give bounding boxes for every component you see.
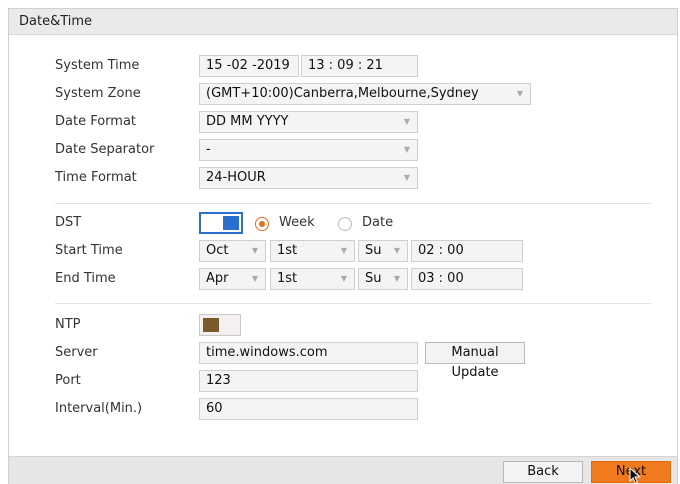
toggle-knob (203, 318, 219, 332)
mouse-pointer-icon (629, 467, 641, 484)
system-zone-dropdown[interactable]: (GMT+10:00)Canberra,Melbourne,Sydney ▼ (199, 83, 531, 105)
date-format-dropdown[interactable]: DD MM YYYY ▼ (199, 111, 418, 133)
start-week-value: 1st (277, 243, 298, 258)
chevron-down-icon: ▼ (516, 89, 523, 98)
date-format-label: Date Format (55, 114, 137, 129)
dst-week-radio[interactable] (255, 217, 269, 231)
date-time-window: Date&Time System Time 15 -02 -2019 13 : … (8, 8, 678, 484)
manual-update-button[interactable]: Manual Update (425, 342, 525, 380)
time-format-value: 24-HOUR (206, 170, 266, 185)
dst-date-label: Date (362, 215, 394, 230)
start-day-dropdown[interactable]: Su ▼ (358, 240, 408, 262)
system-date-field[interactable]: 15 -02 -2019 (199, 55, 299, 77)
server-label: Server (55, 345, 98, 360)
time-format-dropdown[interactable]: 24-HOUR ▼ (199, 167, 418, 189)
dst-toggle[interactable] (199, 212, 243, 234)
time-format-label: Time Format (55, 170, 137, 185)
ntp-toggle[interactable] (199, 314, 241, 336)
chevron-down-icon: ▼ (403, 145, 410, 154)
section-divider (55, 303, 651, 304)
interval-label: Interval(Min.) (55, 401, 143, 416)
start-month-value: Oct (206, 243, 229, 258)
chevron-down-icon: ▼ (340, 246, 347, 255)
chevron-down-icon: ▼ (403, 173, 410, 182)
end-week-dropdown[interactable]: 1st ▼ (270, 268, 355, 290)
footer-bar: Back Next (9, 456, 677, 484)
system-time-label: System Time (55, 58, 140, 73)
end-time-label: End Time (55, 271, 116, 286)
end-month-value: Apr (206, 271, 229, 286)
chevron-down-icon: ▼ (251, 274, 258, 283)
date-separator-value: - (206, 142, 211, 157)
chevron-down-icon: ▼ (340, 274, 347, 283)
end-day-dropdown[interactable]: Su ▼ (358, 268, 408, 290)
system-time-field[interactable]: 13 : 09 : 21 (301, 55, 418, 77)
interval-input[interactable]: 60 (199, 398, 418, 420)
date-separator-label: Date Separator (55, 142, 155, 157)
title-bar: Date&Time (9, 9, 677, 35)
back-button[interactable]: Back (503, 461, 583, 483)
server-input[interactable]: time.windows.com (199, 342, 418, 364)
port-label: Port (55, 373, 81, 388)
end-week-value: 1st (277, 271, 298, 286)
dst-date-radio[interactable] (338, 217, 352, 231)
date-format-value: DD MM YYYY (206, 114, 289, 129)
end-time-field[interactable]: 03 : 00 (411, 268, 523, 290)
start-time-label: Start Time (55, 243, 123, 258)
end-day-value: Su (365, 271, 382, 286)
toggle-knob (223, 216, 239, 230)
system-zone-label: System Zone (55, 86, 141, 101)
chevron-down-icon: ▼ (393, 246, 400, 255)
date-separator-dropdown[interactable]: - ▼ (199, 139, 418, 161)
start-time-field[interactable]: 02 : 00 (411, 240, 523, 262)
ntp-label: NTP (55, 317, 81, 332)
chevron-down-icon: ▼ (393, 274, 400, 283)
start-month-dropdown[interactable]: Oct ▼ (199, 240, 266, 262)
dst-label: DST (55, 215, 82, 230)
dst-week-label: Week (279, 215, 315, 230)
start-week-dropdown[interactable]: 1st ▼ (270, 240, 355, 262)
start-day-value: Su (365, 243, 382, 258)
window-title: Date&Time (19, 14, 93, 29)
system-zone-value: (GMT+10:00)Canberra,Melbourne,Sydney (206, 86, 479, 101)
chevron-down-icon: ▼ (403, 117, 410, 126)
chevron-down-icon: ▼ (251, 246, 258, 255)
end-month-dropdown[interactable]: Apr ▼ (199, 268, 266, 290)
section-divider (55, 203, 651, 204)
port-input[interactable]: 123 (199, 370, 418, 392)
